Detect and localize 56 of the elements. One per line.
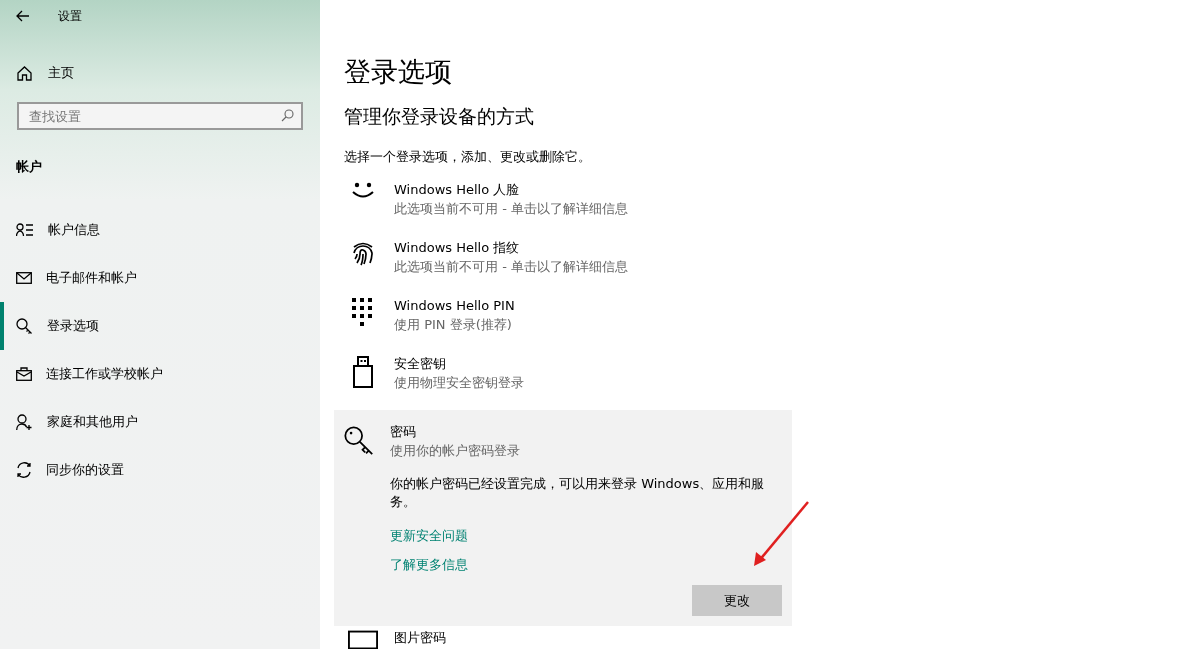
key-icon	[16, 317, 33, 335]
option-name: 图片密码	[394, 629, 447, 647]
link[interactable]: 更新安全问题	[390, 527, 468, 545]
fingerprint-icon	[352, 240, 374, 266]
search-field[interactable]: 查找设置	[17, 102, 303, 130]
page-title: 登录选项	[344, 55, 453, 89]
annotation-arrow	[752, 500, 812, 568]
change-button[interactable]: 更改	[692, 585, 782, 616]
nav-item[interactable]: 帐户信息	[0, 206, 320, 254]
sign-in-option[interactable]: Windows Hello 人脸 此选项当前不可用 - 单击以了解详细信息	[334, 178, 792, 236]
option-detail: 使用物理安全密钥登录	[394, 374, 525, 392]
sign-in-option[interactable]: 图片密码	[334, 626, 792, 649]
nav-item[interactable]: 家庭和其他用户	[0, 398, 320, 446]
nav-label: 连接工作或学校帐户	[46, 365, 163, 383]
option-detail: 此选项当前不可用 - 单击以了解详细信息	[394, 200, 629, 218]
key-icon	[344, 424, 374, 458]
back-arrow-icon[interactable]	[16, 10, 30, 22]
nav-item[interactable]: 电子邮件和帐户	[0, 254, 320, 302]
nav-label: 同步你的设置	[46, 461, 124, 479]
nav-label: 帐户信息	[48, 221, 100, 239]
home-link[interactable]: 主页	[48, 64, 74, 82]
window-title: 设置	[58, 7, 82, 25]
nav-item[interactable]: 登录选项	[0, 302, 320, 350]
option-detail: 使用你的帐户密码登录	[390, 442, 521, 460]
nav-label: 登录选项	[47, 317, 99, 335]
option-name: Windows Hello 指纹	[394, 239, 521, 257]
nav-label: 电子邮件和帐户	[46, 269, 137, 287]
mail-icon	[16, 272, 32, 284]
option-detail: 使用 PIN 登录(推荐)	[394, 316, 513, 334]
briefcase-icon	[16, 367, 32, 381]
keypad-icon	[352, 298, 374, 326]
usb-key-icon	[353, 356, 373, 388]
option-name: Windows Hello PIN	[394, 297, 516, 315]
link[interactable]: 了解更多信息	[390, 556, 468, 574]
nav-label: 家庭和其他用户	[47, 413, 138, 431]
smiley-icon	[351, 182, 375, 200]
option-detail: 此选项当前不可用 - 单击以了解详细信息	[394, 258, 629, 276]
home-icon[interactable]	[17, 65, 32, 81]
picture-icon	[348, 630, 378, 649]
nav-item[interactable]: 连接工作或学校帐户	[0, 350, 320, 398]
sign-in-option[interactable]: Windows Hello 指纹 此选项当前不可用 - 单击以了解详细信息	[334, 236, 792, 294]
nav-item[interactable]: 同步你的设置	[0, 446, 320, 494]
person-list-icon	[16, 223, 34, 237]
sync-icon	[16, 462, 32, 478]
option-name: 安全密钥	[394, 355, 447, 373]
search-icon	[281, 109, 294, 122]
sign-in-option[interactable]: Windows Hello PIN 使用 PIN 登录(推荐)	[334, 294, 792, 352]
sign-in-option[interactable]: 安全密钥 使用物理安全密钥登录	[334, 352, 792, 410]
option-name: 密码	[390, 423, 417, 441]
person-add-icon	[16, 413, 33, 431]
section-subtitle: 管理你登录设备的方式	[344, 104, 535, 129]
expanded-option-panel[interactable]: 密码 使用你的帐户密码登录 你的帐户密码已经设置完成，可以用来登录 Windows、应用和服务。 更新安全问题 了解更多信息 更改	[334, 410, 792, 626]
description: 选择一个登录选项，添加、更改或删除它。	[344, 148, 592, 166]
option-name: Windows Hello 人脸	[394, 181, 521, 199]
section-heading: 帐户	[15, 158, 43, 176]
option-body-text: 你的帐户密码已经设置完成，可以用来登录 Windows、应用和服务。	[390, 475, 766, 511]
